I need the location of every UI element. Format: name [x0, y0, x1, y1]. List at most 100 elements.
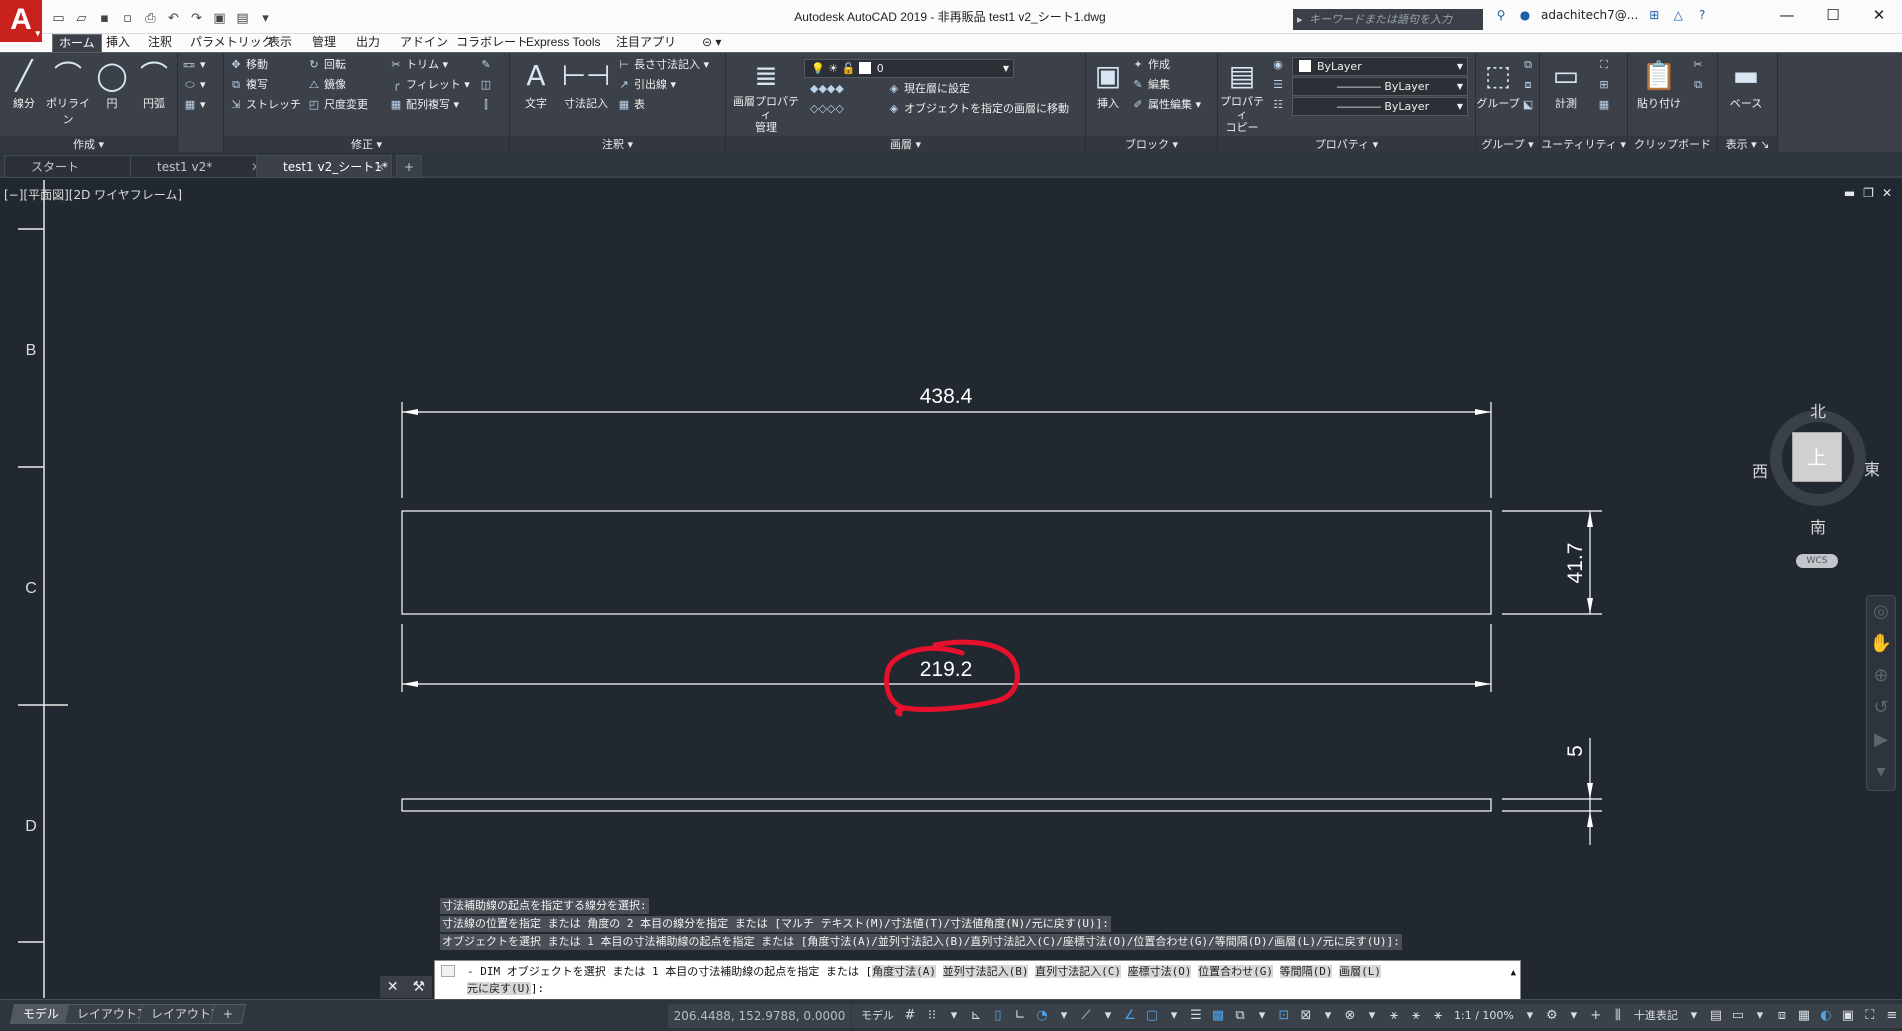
- rectangle-icon[interactable]: ▭ ▾: [182, 55, 206, 75]
- create-block-button[interactable]: ✦ 作成: [1130, 55, 1170, 75]
- compass-west[interactable]: 西: [1752, 458, 1768, 482]
- tab-manage[interactable]: 管理: [306, 34, 342, 52]
- dynamic-input-icon[interactable]: ▯: [987, 1004, 1009, 1028]
- base-view-button[interactable]: ▬ ベース: [1724, 57, 1768, 111]
- polar-dropdown-icon[interactable]: ▾: [1053, 1004, 1075, 1028]
- command-option[interactable]: 座標寸法(O): [1127, 965, 1192, 978]
- move-button[interactable]: ✥ 移動: [228, 55, 268, 75]
- match-properties-button[interactable]: ▤ プロパティ コピー: [1220, 57, 1264, 134]
- table-button[interactable]: ▦ 表: [616, 95, 645, 115]
- zoom-icon[interactable]: ⊕: [1867, 660, 1895, 692]
- color-dropdown[interactable]: ByLayer ▼: [1292, 57, 1468, 76]
- panel-title-annotation[interactable]: 注釈 ▾: [510, 136, 725, 153]
- command-option[interactable]: 直列寸法記入(C): [1035, 965, 1121, 978]
- panel-title-view[interactable]: 表示 ▾ ↘: [1718, 136, 1777, 153]
- ortho-icon[interactable]: ∟: [1009, 1004, 1031, 1028]
- autoscale-icon[interactable]: ⚹: [1405, 1004, 1427, 1028]
- close-button[interactable]: ✕: [1856, 0, 1902, 32]
- fullscreen-icon[interactable]: ⛶: [1859, 1004, 1881, 1028]
- hardware-acceleration-icon[interactable]: ▦: [1793, 1004, 1815, 1028]
- trim-button[interactable]: ✂ トリム ▾: [388, 55, 448, 75]
- user-icon[interactable]: ●: [1517, 8, 1533, 22]
- lock-dropdown-icon[interactable]: ▾: [1749, 1004, 1771, 1028]
- group-edit-icon[interactable]: ⧈: [1520, 75, 1538, 95]
- select-all-icon[interactable]: ⊞: [1596, 75, 1614, 95]
- tab-addins[interactable]: アドイン: [394, 34, 454, 52]
- dimension-button[interactable]: ⊢⊣ 寸法記入: [560, 57, 612, 111]
- add-layout-button[interactable]: +: [209, 1004, 247, 1024]
- panel-title-groups[interactable]: グループ ▾: [1476, 136, 1539, 153]
- group-button[interactable]: ⬚ グループ: [1476, 57, 1520, 111]
- polyline-button[interactable]: ⌒ ポリライン: [44, 57, 92, 127]
- tab-output[interactable]: 出力: [350, 34, 386, 52]
- compass-east[interactable]: 東: [1864, 456, 1880, 480]
- measure-button[interactable]: ▭ 計測: [1544, 57, 1588, 111]
- selection-cycling-icon[interactable]: ⧉: [1229, 1004, 1251, 1028]
- new-tab-button[interactable]: +: [396, 155, 422, 178]
- pan-hand-icon[interactable]: ✋: [1867, 628, 1895, 660]
- command-option[interactable]: 元に戻す(U): [467, 982, 531, 995]
- customization-menu-icon[interactable]: ≡: [1881, 1004, 1902, 1028]
- annotation-visibility-icon[interactable]: ⚹: [1383, 1004, 1405, 1028]
- viewcube-top-face[interactable]: 上: [1792, 432, 1842, 482]
- application-menu-button[interactable]: A ▾: [0, 0, 42, 42]
- linetype-dropdown[interactable]: ―――― ByLayer ▼: [1292, 77, 1468, 96]
- selection-dropdown-icon[interactable]: ▾: [1251, 1004, 1273, 1028]
- panel-title-modify[interactable]: 修正 ▾: [224, 136, 509, 153]
- command-option[interactable]: 等間隔(D): [1279, 965, 1333, 978]
- object-snap-icon[interactable]: ▢: [1141, 1004, 1163, 1028]
- layer-dropdown[interactable]: 💡 ☀ 🔓 0 ▼: [804, 59, 1014, 78]
- tab-view[interactable]: 表示: [262, 34, 298, 52]
- command-option[interactable]: 位置合わせ(G): [1198, 965, 1273, 978]
- panel-title-clipboard[interactable]: クリップボード: [1628, 136, 1717, 153]
- wrench-icon[interactable]: ⚒: [413, 979, 426, 995]
- binoculars-icon[interactable]: ⚲: [1493, 8, 1509, 22]
- calculator-icon[interactable]: ▦: [1596, 95, 1614, 115]
- array-button[interactable]: ▦ 配列複写 ▾: [388, 95, 459, 115]
- make-current-button[interactable]: ◈ 現在層に設定: [886, 79, 970, 99]
- exchange-icon[interactable]: △: [1670, 8, 1686, 22]
- move-to-layer-button[interactable]: ◈ オブジェクトを指定の画層に移動: [886, 99, 1069, 119]
- leader-button[interactable]: ↗ 引出線 ▾: [616, 75, 676, 95]
- panel-title-utilities[interactable]: ユーティリティ ▾: [1540, 136, 1627, 153]
- panel-title-create[interactable]: 作成 ▾: [0, 136, 177, 153]
- compass-south[interactable]: 南: [1810, 514, 1826, 538]
- tab-home[interactable]: ホーム: [52, 34, 102, 52]
- cut-icon[interactable]: ✂: [1690, 55, 1708, 75]
- erase-icon[interactable]: ✎: [478, 55, 496, 75]
- polar-tracking-icon[interactable]: ◔: [1031, 1004, 1053, 1028]
- isodraft-dropdown-icon[interactable]: ▾: [1097, 1004, 1119, 1028]
- ucs-dropdown-icon[interactable]: ▾: [1317, 1004, 1339, 1028]
- command-history-expand-icon[interactable]: ▲: [1511, 965, 1516, 982]
- annotation-scale-dropdown[interactable]: 1:1 / 100%: [1449, 1004, 1519, 1028]
- lineweight-dropdown[interactable]: ―――― ByLayer ▼: [1292, 97, 1468, 116]
- ellipse-icon[interactable]: ⬭ ▾: [182, 75, 205, 95]
- edit-attributes-button[interactable]: ✐ 属性編集 ▾: [1130, 95, 1201, 115]
- copy-button[interactable]: ⧉ 複写: [228, 75, 268, 95]
- compass-north[interactable]: 北: [1810, 398, 1826, 422]
- tab-annotate[interactable]: 注釈: [142, 34, 178, 52]
- rotate-button[interactable]: ↻ 回転: [306, 55, 346, 75]
- wcs-menu-button[interactable]: WCS: [1796, 554, 1838, 568]
- infer-constraints-icon[interactable]: ⊾: [965, 1004, 987, 1028]
- color-wheel-icon[interactable]: ◉: [1270, 55, 1288, 75]
- insert-block-button[interactable]: ▣ 挿入: [1088, 57, 1128, 111]
- lineweight-icon[interactable]: ☷: [1270, 95, 1288, 115]
- paste-button[interactable]: 📋 貼り付け: [1634, 57, 1684, 111]
- tab-insert[interactable]: 挿入: [100, 34, 136, 52]
- tab-start[interactable]: スタート: [4, 155, 142, 178]
- lock-ui-icon[interactable]: ▭: [1727, 1004, 1749, 1028]
- isolate-objects-icon[interactable]: ⧈: [1771, 1004, 1793, 1028]
- copy-clip-icon[interactable]: ⧉: [1690, 75, 1708, 95]
- snap-icon[interactable]: ⁝⁝: [921, 1004, 943, 1028]
- isodraft-icon[interactable]: ⟋: [1075, 1004, 1097, 1028]
- 3d-osnap-icon[interactable]: ⊡: [1273, 1004, 1295, 1028]
- ribbon-minimize-icon[interactable]: ⊝ ▾: [696, 34, 727, 52]
- snap-dropdown-icon[interactable]: ▾: [943, 1004, 965, 1028]
- tab-test1-v2[interactable]: test1 v2*✕: [130, 155, 268, 178]
- panel-title-block[interactable]: ブロック ▾: [1086, 136, 1217, 153]
- panel-title-properties[interactable]: プロパティ ▾: [1218, 136, 1475, 153]
- arc-button[interactable]: ⌒ 円弧: [130, 57, 178, 111]
- hatch-icon[interactable]: ▦ ▾: [182, 95, 206, 115]
- user-name[interactable]: adachitech7@...: [1541, 8, 1638, 22]
